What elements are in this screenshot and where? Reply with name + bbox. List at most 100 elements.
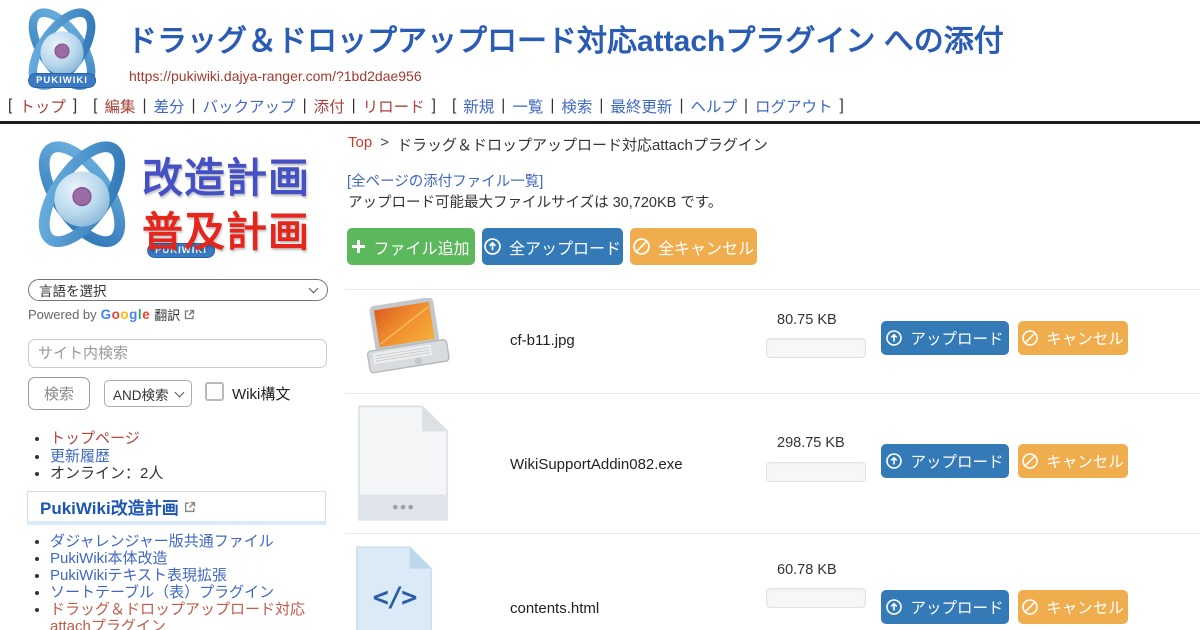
page-url[interactable]: https://pukiwiki.dajya-ranger.com/?1bd2d… [129, 68, 422, 84]
ban-circle-icon [633, 238, 650, 255]
add-file-label: ファイル追加 [373, 235, 469, 259]
upload-progress-bar [766, 462, 866, 482]
header-divider [0, 121, 1200, 124]
pukiwiki-attach-page: PUKIWIKI ドラッグ＆ドロップアップロード対応attachプラグイン への… [0, 0, 1200, 630]
laptop-photo-thumbnail [355, 298, 455, 384]
upload-all-button[interactable]: 全アップロード [482, 228, 623, 265]
top-nav: [ トップ ] [ 編集 | 差分 | バックアップ | 添付 | リロード ]… [8, 95, 844, 117]
max-upload-size-text: アップロード可能最大ファイルサイズは 30,720KB です。 [348, 191, 722, 212]
translate-link[interactable]: 翻訳 [154, 305, 180, 324]
pukiwiki-logo[interactable]: PUKIWIKI [10, 4, 114, 98]
code-glyph: </> [359, 582, 429, 613]
nav-item-backup[interactable]: バックアップ [203, 95, 296, 117]
upload-label: アップロード [910, 327, 1003, 349]
upload-label: アップロード [910, 450, 1003, 472]
and-search-value: AND検索 [113, 384, 169, 404]
sidebar-item-core-mod[interactable]: PukiWiki本体改造 [50, 550, 168, 567]
bracket: [ [452, 97, 456, 115]
upload-circle-icon [886, 599, 902, 615]
nav-item-diff[interactable]: 差分 [154, 95, 185, 117]
ban-circle-icon [1022, 599, 1038, 615]
upload-circle-icon [484, 238, 501, 255]
bracket: ] [73, 97, 77, 115]
sidebar-panel-pukiwiki-kaizou[interactable]: PukiWiki改造計画 [27, 491, 326, 525]
separator: | [599, 97, 603, 115]
sidebar-item-common-files[interactable]: ダジャレンジャー版共通ファイル [50, 533, 274, 550]
chevron-down-icon [309, 284, 319, 294]
nav-item-logout[interactable]: ログアウト [755, 95, 833, 117]
bracket: ] [432, 97, 436, 115]
cancel-button[interactable]: キャンセル [1018, 590, 1128, 624]
nav-item-attach[interactable]: 添付 [314, 95, 345, 117]
language-select-value: 言語を選択 [39, 280, 107, 300]
nav-item-help[interactable]: ヘルプ [690, 95, 737, 117]
separator: | [142, 97, 146, 115]
breadcrumb-current: ドラッグ＆ドロップアップロード対応attachプラグイン [397, 134, 768, 155]
upload-circle-icon [886, 330, 902, 346]
file-name: contents.html [510, 600, 599, 617]
nav-item-top[interactable]: トップ [19, 95, 66, 117]
sidebar-item-top-page[interactable]: トップページ [50, 430, 140, 447]
logo-text-fukyuu: 普及計画 [142, 198, 310, 258]
upload-button[interactable]: アップロード [881, 321, 1009, 355]
sidebar-plugin-links: ダジャレンジャー版共通ファイル PukiWiki本体改造 PukiWikiテキス… [50, 534, 342, 630]
breadcrumb: Top > ドラッグ＆ドロップアップロード対応attachプラグイン [348, 134, 768, 155]
file-size: 80.75 KB [777, 312, 837, 328]
sidebar-item-dragdrop-attach[interactable]: ドラッグ＆ドロップアップロード対応attachプラグイン [50, 601, 305, 630]
file-name: WikiSupportAddin082.exe [510, 456, 683, 473]
and-search-select[interactable]: AND検索 [104, 380, 192, 407]
ban-circle-icon [1022, 330, 1038, 346]
nav-item-new[interactable]: 新規 [463, 95, 494, 117]
file-name: cf-b11.jpg [510, 332, 575, 349]
nav-item-list[interactable]: 一覧 [512, 95, 543, 117]
all-attachments-link[interactable]: [全ページの添付ファイル一覧] [347, 170, 543, 191]
separator: | [192, 97, 196, 115]
separator: | [679, 97, 683, 115]
add-file-button[interactable]: ファイル追加 [347, 228, 475, 265]
file-row: cf-b11.jpg 80.75 KB アップロード キャンセル [345, 289, 1200, 393]
cancel-button[interactable]: キャンセル [1018, 444, 1128, 478]
upload-button[interactable]: アップロード [881, 444, 1009, 478]
search-button[interactable]: 検索 [28, 377, 90, 410]
nav-item-edit[interactable]: 編集 [104, 95, 135, 117]
cancel-button[interactable]: キャンセル [1018, 321, 1128, 355]
separator: | [352, 97, 356, 115]
upload-button[interactable]: アップロード [881, 590, 1009, 624]
upload-progress-bar [766, 338, 866, 358]
breadcrumb-separator: > [380, 134, 389, 155]
sidebar-online-count: オンライン：2人 [50, 465, 163, 482]
sidebar-quick-links: トップページ 更新履歴 オンライン：2人 [50, 430, 340, 483]
nav-group-top: [ トップ ] [8, 95, 77, 117]
upload-circle-icon [886, 453, 902, 469]
language-select[interactable]: 言語を選択 [28, 279, 328, 301]
nav-item-reload[interactable]: リロード [363, 95, 425, 117]
site-search-input[interactable] [28, 339, 327, 368]
google-logo-text: Google [101, 307, 151, 322]
sidebar-logo[interactable]: PUKIWIKI 改造計画 普及計画 [22, 136, 340, 268]
separator: | [550, 97, 554, 115]
external-link-icon [184, 501, 196, 513]
sidebar-item-text-ext[interactable]: PukiWikiテキスト表現拡張 [50, 567, 227, 584]
sidebar-item-sort-table[interactable]: ソートテーブル（表）プラグイン [50, 584, 274, 601]
upload-progress-bar [766, 588, 866, 608]
panel-title-link[interactable]: PukiWiki改造計画 [40, 494, 179, 519]
cancel-all-label: 全キャンセル [658, 235, 754, 259]
file-row: WikiSupportAddin082.exe 298.75 KB アップロード… [345, 393, 1200, 533]
bracket: ] [840, 97, 844, 115]
cancel-label: キャンセル [1046, 327, 1124, 349]
cancel-all-button[interactable]: 全キャンセル [630, 228, 757, 265]
nav-item-search[interactable]: 検索 [561, 95, 592, 117]
separator: | [744, 97, 748, 115]
bracket: [ [93, 97, 97, 115]
nav-group-page: [ 編集 | 差分 | バックアップ | 添付 | リロード ] [93, 95, 436, 117]
powered-by-text: Powered by [28, 307, 97, 322]
plus-icon [352, 240, 365, 253]
breadcrumb-home[interactable]: Top [348, 134, 372, 155]
nav-item-recent[interactable]: 最終更新 [610, 95, 672, 117]
logo-text-kaizou: 改造計画 [142, 144, 310, 204]
sidebar-item-update-history[interactable]: 更新履歴 [50, 448, 110, 465]
wiki-syntax-checkbox[interactable] [205, 382, 224, 401]
ban-circle-icon [1022, 453, 1038, 469]
pukiwiki-brand-text: PUKIWIKI [28, 73, 96, 88]
cancel-label: キャンセル [1046, 596, 1124, 618]
